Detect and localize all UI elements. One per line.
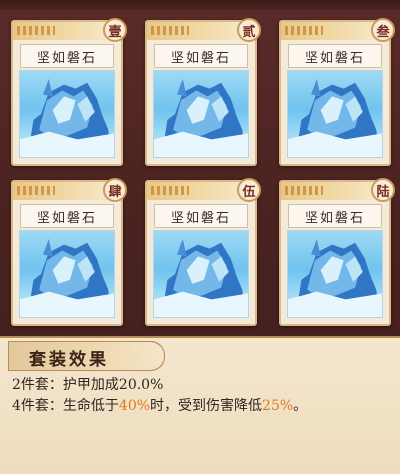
set-bonus-text: 护甲加成20.0% <box>62 377 164 393</box>
set-bonus-text: 时，受到伤害降低 <box>150 398 263 414</box>
ice-rock-icon <box>19 70 115 158</box>
ice-rock-icon <box>287 230 383 318</box>
slot-badge: 伍 <box>237 178 261 202</box>
card-slot-6[interactable]: 陆 坚如磐石 <box>279 178 395 326</box>
highlight-value: 25% <box>262 398 294 414</box>
card-slot-2[interactable]: 贰 坚如磐石 <box>145 18 261 166</box>
set-effect-line-4pc: 4件套：生命低于40%时，受到伤害降低25%。 <box>12 395 307 415</box>
slot-badge: 陆 <box>371 178 395 202</box>
set-effect-header: 套装效果 <box>8 341 165 371</box>
highlight-value: 40% <box>118 398 151 414</box>
ice-rock-icon <box>153 230 249 318</box>
slot-badge: 壹 <box>103 18 127 42</box>
card-name: 坚如磐石 <box>288 44 382 68</box>
card-slot-3[interactable]: 叁 坚如磐石 <box>279 18 395 166</box>
card-name: 坚如磐石 <box>288 204 382 228</box>
set-bonus-text: 生命低于 <box>62 398 119 414</box>
set-piece-count: 4件套： <box>12 398 63 414</box>
card-name: 坚如磐石 <box>20 204 114 228</box>
set-effect-title: 套装效果 <box>29 350 109 370</box>
ice-rock-icon <box>153 70 249 158</box>
card-slot-4[interactable]: 肆 坚如磐石 <box>11 178 127 326</box>
card-slot-5[interactable]: 伍 坚如磐石 <box>145 178 261 326</box>
card-name: 坚如磐石 <box>154 44 248 68</box>
set-effect-panel: 套装效果 2件套：护甲加成20.0% 4件套：生命低于40%时，受到伤害降低25… <box>0 336 400 474</box>
set-effect-line-2pc: 2件套：护甲加成20.0% <box>12 374 163 394</box>
card-name: 坚如磐石 <box>154 204 248 228</box>
card-slot-1[interactable]: 壹 坚如磐石 <box>11 18 127 166</box>
slot-badge: 肆 <box>103 178 127 202</box>
set-bonus-text: 。 <box>293 398 308 414</box>
ice-rock-icon <box>19 230 115 318</box>
set-piece-count: 2件套： <box>12 377 63 393</box>
ice-rock-icon <box>287 70 383 158</box>
slot-badge: 叁 <box>371 18 395 42</box>
slot-badge: 贰 <box>237 18 261 42</box>
card-name: 坚如磐石 <box>20 44 114 68</box>
equipment-panel: 壹 坚如磐石 贰 坚如磐石 叁 坚如磐石 肆 坚如磐石 伍 坚如磐石 陆 坚如磐… <box>0 0 400 336</box>
